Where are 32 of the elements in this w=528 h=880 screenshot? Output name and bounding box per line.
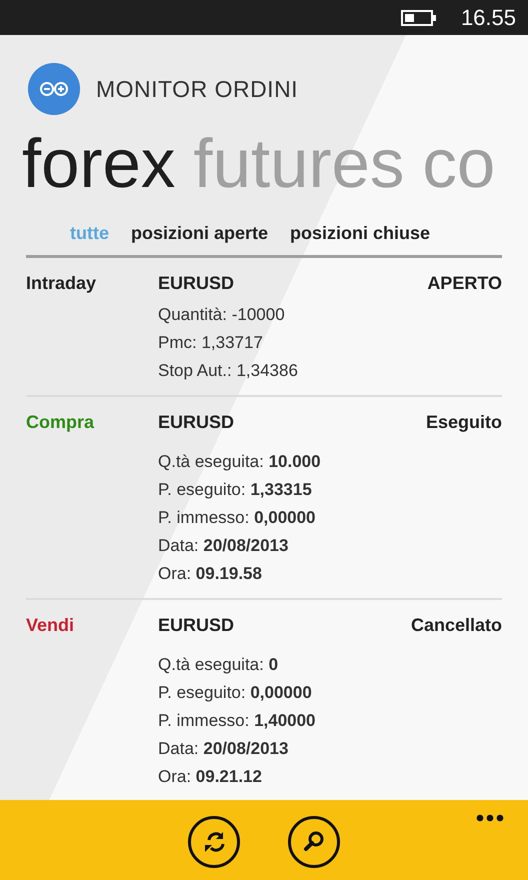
filter-tab[interactable]: posizioni aperte xyxy=(131,220,268,247)
order-detail: Quantità: -10000 xyxy=(158,304,286,326)
order-detail: P. eseguito: 0,00000 xyxy=(158,682,313,704)
refresh-button[interactable] xyxy=(188,816,240,868)
search-button[interactable] xyxy=(288,816,340,868)
order-detail: Stop Aut.: 1,34386 xyxy=(158,360,299,382)
battery-icon xyxy=(400,10,437,26)
order-detail: P. immesso: 1,40000 xyxy=(158,710,317,732)
order-detail: P. eseguito: 1,33315 xyxy=(158,478,313,501)
order-detail: Ora: 09.21.12 xyxy=(158,766,263,788)
pivot-tab[interactable]: forex xyxy=(22,123,176,206)
order-symbol: EURUSD xyxy=(158,272,234,295)
order-status: Eseguito xyxy=(426,410,502,434)
order-status: APERTO xyxy=(427,272,502,295)
order-symbol: EURUSD xyxy=(158,614,234,637)
order-detail: Q.tà eseguita: 0 xyxy=(158,654,280,676)
order-type: Intraday xyxy=(26,272,98,295)
order-detail: P. immesso: 0,00000 xyxy=(158,506,317,529)
order-detail: Pmc: 1,33717 xyxy=(158,332,264,354)
app-title: MONITOR ORDINI xyxy=(96,74,298,104)
order-detail: Ora: 09.19.58 xyxy=(158,562,263,585)
clock-time: 16.55 xyxy=(460,4,516,32)
filter-tab[interactable]: posizioni chiuse xyxy=(290,220,430,247)
order-type: Compra xyxy=(26,410,96,434)
order-detail: Q.tà eseguita: 10.000 xyxy=(158,450,322,473)
more-icon[interactable] xyxy=(476,814,504,822)
order-detail: Data: 20/08/2013 xyxy=(158,738,290,760)
order-symbol: EURUSD xyxy=(158,410,234,434)
order-detail: Data: 20/08/2013 xyxy=(158,534,290,557)
order-type: Vendi xyxy=(26,614,76,637)
app-logo-icon xyxy=(28,63,80,115)
order-status: Cancellato xyxy=(410,614,502,637)
